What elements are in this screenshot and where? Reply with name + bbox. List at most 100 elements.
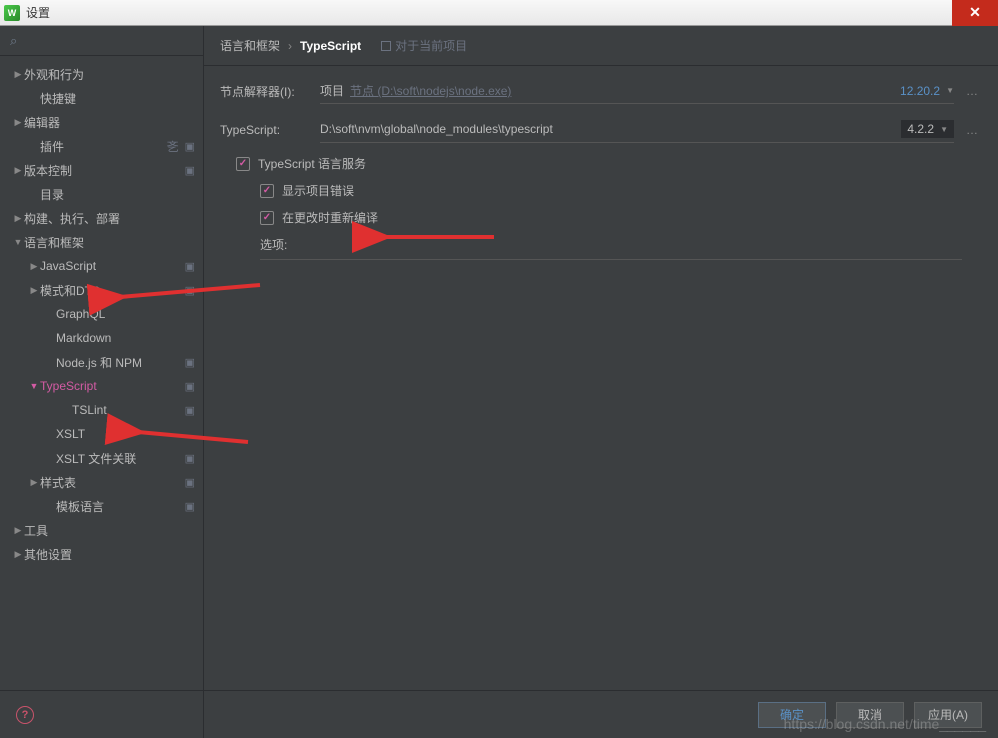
node-version: 12.20.2	[900, 84, 940, 98]
node-interpreter-label: 节点解释器(I):	[220, 83, 312, 100]
typescript-label: TypeScript:	[220, 123, 312, 137]
tree-item-label: GraphQL	[56, 307, 195, 321]
node-browse-button[interactable]: …	[962, 84, 982, 98]
tree-caret-icon: ▶	[12, 165, 24, 176]
titlebar: W 设置 ✕	[0, 0, 998, 26]
tree-item-xslt[interactable]: XSLT	[0, 422, 203, 446]
tree-item--[interactable]: 模板语言 ▣	[0, 494, 203, 518]
tree-item-label: 工具	[24, 522, 195, 539]
scope-icon	[381, 41, 391, 51]
cancel-button[interactable]: 取消	[836, 702, 904, 728]
ts-service-checkbox[interactable]	[236, 157, 250, 171]
tree-item--[interactable]: ▶构建、执行、部署	[0, 206, 203, 230]
app-icon: W	[4, 5, 20, 21]
tree-item--[interactable]: ▶外观和行为	[0, 62, 203, 86]
tree-caret-icon: ▶	[28, 285, 40, 296]
tree-caret-icon: ▶	[12, 117, 24, 128]
node-interpreter-field[interactable]: 项目 节点 (D:\soft\nodejs\node.exe) 12.20.2 …	[320, 78, 954, 104]
project-scope-icon: ▣	[185, 452, 195, 465]
tree-caret-icon: ▼	[28, 381, 40, 391]
tree-item-label: TypeScript	[40, 379, 181, 393]
tree-caret-icon: ▶	[12, 525, 24, 536]
tree-item-label: 快捷键	[40, 90, 195, 107]
tree-item--[interactable]: 目录	[0, 182, 203, 206]
tree-item-label: 样式表	[40, 474, 181, 491]
tree-item--[interactable]: ▶其他设置	[0, 542, 203, 566]
ok-button[interactable]: 确定	[758, 702, 826, 728]
project-scope-icon: ▣	[185, 260, 195, 273]
project-scope-icon: ▣	[185, 284, 195, 297]
dialog-buttons: 确定 取消 应用(A)	[204, 690, 998, 738]
close-button[interactable]: ✕	[952, 0, 998, 26]
tree-item--[interactable]: ▶工具	[0, 518, 203, 542]
tree-item--[interactable]: 快捷键	[0, 86, 203, 110]
tree-item-label: TSLint	[72, 403, 181, 417]
window-title: 设置	[26, 4, 50, 21]
breadcrumb-root[interactable]: 语言和框架	[220, 37, 280, 54]
tree-item-label: JavaScript	[40, 259, 181, 273]
tree-item-label: 模板语言	[56, 498, 181, 515]
tree-caret-icon: ▼	[12, 237, 24, 247]
project-scope-icon: ▣	[185, 380, 195, 393]
tree-item-typescript[interactable]: ▼TypeScript ▣	[0, 374, 203, 398]
dropdown-caret-icon: ▼	[940, 125, 948, 134]
dropdown-caret-icon: ▼	[946, 86, 954, 95]
tree-item--[interactable]: ▶编辑器	[0, 110, 203, 134]
tree-item--[interactable]: 插件㐎▣	[0, 134, 203, 158]
project-scope-icon: ▣	[185, 164, 195, 177]
tree-item-label: XSLT 文件关联	[56, 450, 181, 467]
tree-item--[interactable]: ▼语言和框架	[0, 230, 203, 254]
tree-item-javascript[interactable]: ▶JavaScript ▣	[0, 254, 203, 278]
recompile-label: 在更改时重新编译	[282, 209, 378, 226]
settings-body: 节点解释器(I): 项目 节点 (D:\soft\nodejs\node.exe…	[204, 66, 998, 690]
tree-caret-icon: ▶	[12, 213, 24, 224]
tree-item--[interactable]: ▶样式表▣	[0, 470, 203, 494]
project-scope-icon: ▣	[185, 500, 195, 513]
show-errors-checkbox[interactable]	[260, 184, 274, 198]
tree-item-label: 编辑器	[24, 114, 195, 131]
node-project: 项目	[320, 82, 344, 99]
node-interpreter-row: 节点解释器(I): 项目 节点 (D:\soft\nodejs\node.exe…	[220, 78, 982, 104]
tree-item-xslt-[interactable]: XSLT 文件关联 ▣	[0, 446, 203, 470]
tree-item-label: 插件	[40, 138, 167, 155]
apply-button[interactable]: 应用(A)	[914, 702, 982, 728]
tree-item-label: 模式和DTD	[40, 282, 181, 299]
typescript-path: D:\soft\nvm\global\node_modules\typescri…	[320, 122, 553, 136]
tree-caret-icon: ▶	[12, 549, 24, 560]
node-version-dropdown[interactable]: 12.20.2 ▼	[900, 84, 954, 98]
search-row: ⌕	[0, 26, 203, 56]
tree-item--[interactable]: ▶版本控制 ▣	[0, 158, 203, 182]
recompile-row: 在更改时重新编译	[260, 209, 982, 226]
node-path[interactable]: 节点 (D:\soft\nodejs\node.exe)	[350, 82, 511, 99]
tree-item-label: Markdown	[56, 331, 195, 345]
project-scope-icon: ▣	[185, 404, 195, 417]
tree-item-tslint[interactable]: TSLint ▣	[0, 398, 203, 422]
translate-icon: 㐎	[167, 138, 179, 155]
tree-item-graphql[interactable]: GraphQL	[0, 302, 203, 326]
project-scope-badge: 对于当前项目	[381, 37, 467, 54]
breadcrumb-sep: ›	[288, 39, 292, 53]
tree-item--dtd[interactable]: ▶模式和DTD ▣	[0, 278, 203, 302]
options-label: 选项:	[260, 236, 962, 260]
tree-item-label: 其他设置	[24, 546, 195, 563]
recompile-checkbox[interactable]	[260, 211, 274, 225]
tree-item-label: 版本控制	[24, 162, 181, 179]
tree-item-label: 目录	[40, 186, 195, 203]
main-container: ⌕ ▶外观和行为快捷键▶编辑器插件㐎▣▶版本控制▣目录▶构建、执行、部署▼语言和…	[0, 26, 998, 738]
tree-item-label: 外观和行为	[24, 66, 195, 83]
typescript-version-dropdown[interactable]: 4.2.2 ▼	[901, 120, 954, 138]
tree-item-node-js-npm[interactable]: Node.js 和 NPM▣	[0, 350, 203, 374]
search-icon[interactable]: ⌕	[10, 33, 17, 49]
help-icon[interactable]: ?	[16, 706, 34, 724]
tree-item-label: 语言和框架	[24, 234, 195, 251]
content: 语言和框架 › TypeScript 对于当前项目 节点解释器(I): 项目 节…	[204, 26, 998, 738]
show-errors-row: 显示项目错误	[260, 182, 982, 199]
typescript-path-field[interactable]: D:\soft\nvm\global\node_modules\typescri…	[320, 116, 954, 143]
breadcrumb: 语言和框架 › TypeScript 对于当前项目	[204, 26, 998, 66]
tree-item-markdown[interactable]: Markdown	[0, 326, 203, 350]
settings-tree: ▶外观和行为快捷键▶编辑器插件㐎▣▶版本控制▣目录▶构建、执行、部署▼语言和框架…	[0, 56, 203, 690]
tree-item-label: 构建、执行、部署	[24, 210, 195, 227]
tree-caret-icon: ▶	[28, 261, 40, 272]
typescript-browse-button[interactable]: …	[962, 123, 982, 137]
ts-service-label: TypeScript 语言服务	[258, 155, 366, 172]
